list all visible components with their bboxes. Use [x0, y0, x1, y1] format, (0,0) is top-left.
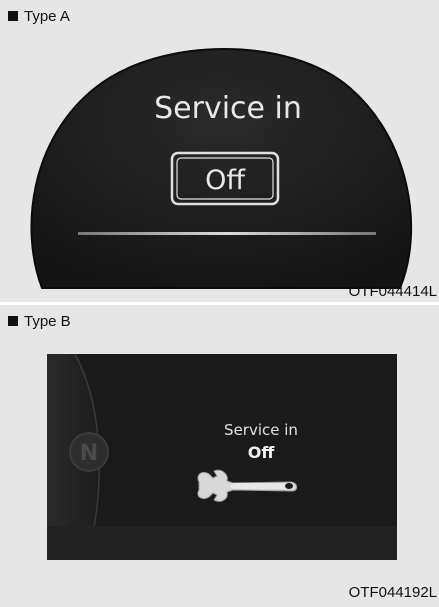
type-a-title: Service in [154, 91, 302, 126]
display-baseline [78, 232, 376, 235]
type-a-value: Off [205, 165, 246, 196]
wrench-icon [197, 469, 298, 502]
type-b-display: N Service in Off [47, 354, 397, 560]
type-b-value: Off [247, 443, 275, 462]
display-bottom-strip [47, 526, 397, 560]
bullet-square-icon [8, 11, 18, 21]
bullet-square-icon [8, 316, 18, 326]
type-a-label: Type A [8, 8, 70, 25]
type-a-panel: Service in Off Type A OTF044414L [0, 0, 439, 302]
type-a-label-text: Type A [24, 8, 70, 25]
type-b-label-text: Type B [24, 313, 71, 330]
type-b-panel: Type B N Service in Off OTF044192L [0, 305, 439, 607]
gear-indicator: N [80, 441, 98, 466]
type-a-display: Service in Off [30, 48, 413, 289]
image-code-a: OTF044414L [348, 283, 437, 300]
type-b-title: Service in [224, 421, 298, 439]
type-b-label: Type B [8, 313, 71, 330]
image-code-b: OTF044192L [348, 584, 437, 601]
